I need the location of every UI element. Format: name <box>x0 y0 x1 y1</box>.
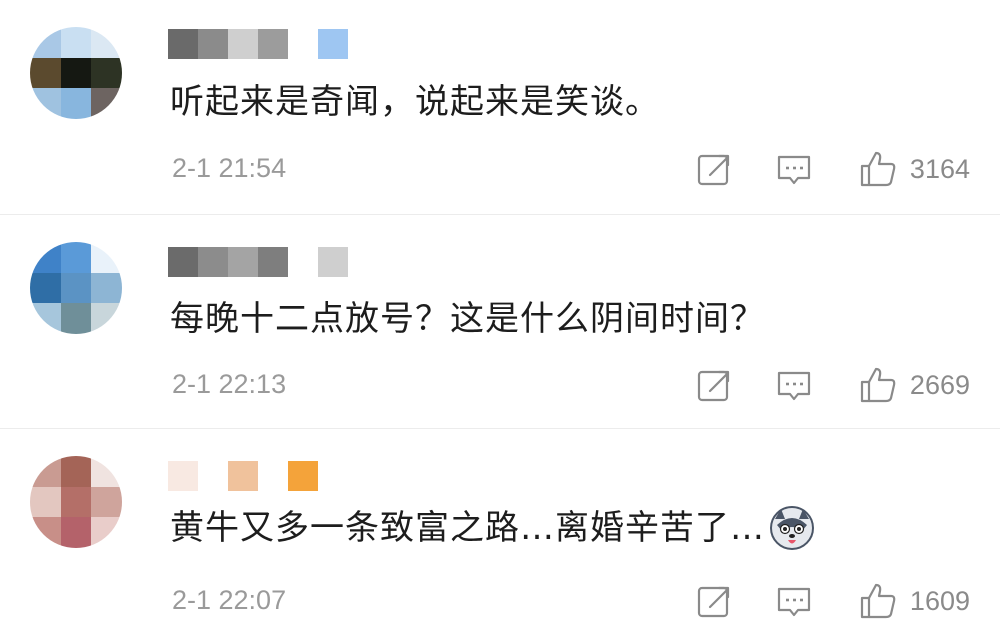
avatar-pixel <box>30 242 61 273</box>
avatar-pixel <box>91 57 122 89</box>
avatar-pixel <box>60 303 92 334</box>
username-pixel <box>288 247 318 277</box>
username-pixel <box>198 29 228 59</box>
username-pixel <box>198 247 228 277</box>
username-pixel <box>198 461 228 491</box>
comment-time: 2-1 22:07 <box>172 585 287 615</box>
avatar-pixel <box>30 303 61 334</box>
avatar[interactable] <box>30 456 122 548</box>
comment-actions: 1609 <box>694 581 970 621</box>
username-pixel <box>228 29 258 59</box>
username[interactable] <box>168 27 348 61</box>
username[interactable] <box>168 459 318 493</box>
comment-item: 听起来是奇闻，说起来是笑谈。 2-1 21:54 3164 <box>0 0 1000 214</box>
username-pixel <box>288 29 318 59</box>
avatar-pixel <box>91 242 122 273</box>
avatar-pixel <box>30 517 61 548</box>
username-pixel <box>258 29 288 59</box>
comment-text-content: 每晚十二点放号？这是什么阴间时间？ <box>170 299 765 339</box>
thumbs-up-icon <box>858 149 898 189</box>
username-pixel <box>228 461 258 491</box>
comment-time: 2-1 22:13 <box>172 369 287 399</box>
username-pixel <box>258 247 288 277</box>
avatar-pixel <box>60 272 92 304</box>
comment-icon[interactable] <box>774 365 814 405</box>
avatar-pixel <box>60 242 92 273</box>
avatar-pixel <box>91 272 122 304</box>
avatar-pixel <box>30 88 61 119</box>
username-pixel <box>168 461 198 491</box>
avatar-pixel <box>91 303 122 334</box>
like-button[interactable]: 1609 <box>858 581 970 621</box>
comment-text: 听起来是奇闻，说起来是笑谈。 <box>170 80 660 124</box>
avatar-pixel <box>60 27 92 58</box>
like-button[interactable]: 3164 <box>858 149 970 189</box>
comment-icon[interactable] <box>774 149 814 189</box>
username-pixel <box>288 461 318 491</box>
avatar-pixel <box>30 27 61 58</box>
like-count: 1609 <box>909 585 970 616</box>
avatar-pixel <box>91 456 122 487</box>
comment-time: 2-1 21:54 <box>172 153 287 183</box>
avatar-pixel <box>30 57 61 89</box>
share-icon[interactable] <box>694 581 734 621</box>
comment-text: 每晚十二点放号？这是什么阴间时间？ <box>170 297 765 341</box>
avatar-pixel <box>60 57 92 89</box>
avatar[interactable] <box>30 242 122 334</box>
thumbs-up-icon <box>858 581 898 621</box>
comment-item: 黄牛又多一条致富之路…离婚辛苦了… 2-1 22:07 1609 <box>0 428 1000 642</box>
comment-item: 每晚十二点放号？这是什么阴间时间？ 2-1 22:13 2669 <box>0 214 1000 428</box>
avatar-pixel <box>60 517 92 548</box>
avatar-pixel <box>30 272 61 304</box>
username-pixel <box>168 247 198 277</box>
share-icon[interactable] <box>694 365 734 405</box>
comment-actions: 2669 <box>694 365 970 405</box>
avatar-pixel <box>91 517 122 548</box>
like-count: 2669 <box>909 369 970 400</box>
username-pixel <box>258 461 288 491</box>
avatar-pixel <box>91 486 122 518</box>
avatar-pixel <box>30 456 61 487</box>
thumbs-up-icon <box>858 365 898 405</box>
username-pixel <box>318 29 348 59</box>
username[interactable] <box>168 245 348 279</box>
avatar-pixel <box>60 88 92 119</box>
comment-text: 黄牛又多一条致富之路…离婚辛苦了… <box>170 505 815 551</box>
comment-actions: 3164 <box>694 149 970 189</box>
avatar-pixel <box>91 27 122 58</box>
avatar-pixel <box>91 88 122 119</box>
comment-icon[interactable] <box>774 581 814 621</box>
username-pixel <box>318 247 348 277</box>
like-button[interactable]: 2669 <box>858 365 970 405</box>
comment-text-content: 听起来是奇闻，说起来是笑谈。 <box>170 82 660 122</box>
avatar[interactable] <box>30 27 122 119</box>
comment-text-content: 黄牛又多一条致富之路…离婚辛苦了… <box>170 508 765 548</box>
avatar-pixel <box>60 456 92 487</box>
username-pixel <box>228 247 258 277</box>
avatar-pixel <box>60 486 92 518</box>
share-icon[interactable] <box>694 149 734 189</box>
avatar-pixel <box>30 486 61 518</box>
username-pixel <box>168 29 198 59</box>
like-count: 3164 <box>909 153 970 184</box>
husky-dog-emoji-icon <box>769 505 815 551</box>
